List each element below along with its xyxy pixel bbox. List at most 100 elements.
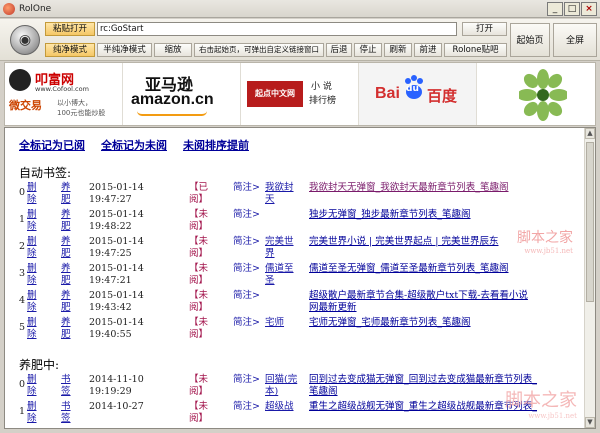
app-icon <box>3 2 15 15</box>
semi-pure-mode-button[interactable]: 半纯净模式 <box>97 43 152 57</box>
novel-name-link[interactable]: 儒道至圣 <box>265 263 294 287</box>
delete-link[interactable]: 删除 <box>27 290 37 314</box>
delete-link[interactable]: 删除 <box>27 182 37 206</box>
banner-strip: 叩富网 www.Cofool.com 微交易 以小博大， 100元也能炒股 亚马… <box>4 62 596 126</box>
home-orb-icon[interactable]: ◉ <box>10 25 40 55</box>
baidu-en: Bai <box>375 85 400 102</box>
bookmark-row: 3 删除养肥 2015-01-14 19:47:21 【未 阅】 简注> 儒道至圣 儒道至圣无弹… <box>19 263 584 290</box>
novel-name-link[interactable]: 我欲封天 <box>265 182 294 206</box>
row-datetime: 2015-01-14 19:47:21 <box>89 263 144 286</box>
read-status[interactable]: 【未 阅】 <box>189 317 208 341</box>
row-datetime: 2015-01-14 19:43:42 <box>89 290 144 313</box>
cofool-slogan1: 以小博大， <box>57 99 92 107</box>
read-status[interactable]: 【未 阅】 <box>189 209 208 233</box>
chapter-title-link[interactable]: 超级散户最新章节合集-超级散户txt下载-去看看小说 网最新更新 <box>309 290 571 314</box>
qidian-tag: 起点中文网 <box>247 81 303 107</box>
read-status[interactable]: 【未 阅】 <box>189 401 208 425</box>
row-datetime: 2015-01-14 19:47:27 <box>89 182 144 205</box>
baidu-ad[interactable]: Bai du 百度 <box>359 63 477 125</box>
bookmark-row: 5 删除养肥 2015-01-14 19:40:55 【未 阅】 简注> 宅师 宅师无弹窗_宅师… <box>19 317 584 344</box>
bookmark-row: 4 删除养肥 2015-01-14 19:43:42 【未 阅】 简注> 超级散户最新章节合集… <box>19 290 584 317</box>
read-status[interactable]: 【未 阅】 <box>189 263 208 287</box>
chapter-title-link[interactable]: 儒道至圣无弹窗_儒道至圣最新章节列表_笔趣阁 <box>309 263 571 275</box>
action-link[interactable]: 养肥 <box>61 290 71 314</box>
note-link[interactable]: 简注> <box>233 263 260 275</box>
note-link[interactable]: 简注> <box>233 401 260 413</box>
read-status[interactable]: 【已 阅】 <box>189 182 208 206</box>
read-status[interactable]: 【未 阅】 <box>189 236 208 260</box>
mark-all-unread-link[interactable]: 全标记为未阅 <box>101 137 167 153</box>
qidian-ad[interactable]: 起点中文网 小 说 排行榜 <box>241 63 359 125</box>
note-link[interactable]: 简注> <box>233 236 260 248</box>
content-panel: 全标记为已阅 全标记为未阅 未阅排序提前 自动书签: 0 删除养肥 2015-01-… <box>4 127 596 429</box>
note-link[interactable]: 简注> <box>233 317 260 329</box>
row-index: 1 <box>19 406 26 417</box>
novel-name-link[interactable]: 完美世界 <box>265 236 294 260</box>
read-status[interactable]: 【未 阅】 <box>189 374 208 398</box>
delete-link[interactable]: 删除 <box>27 401 37 425</box>
stop-button[interactable]: 停止 <box>354 43 382 57</box>
pure-mode-button[interactable]: 纯净模式 <box>45 43 95 57</box>
forward-button[interactable]: 前进 <box>414 43 442 57</box>
amazon-ad[interactable]: 亚马逊 amazon.cn <box>123 63 241 125</box>
note-link[interactable]: 简注> <box>233 209 260 221</box>
fullscreen-button[interactable]: 全屏 <box>553 23 597 57</box>
action-link[interactable]: 书签 <box>61 374 71 398</box>
row-index: 3 <box>19 268 26 279</box>
delete-link[interactable]: 删除 <box>27 317 37 341</box>
action-link[interactable]: 养肥 <box>61 182 71 206</box>
row-datetime: 2015-01-14 19:47:25 <box>89 236 144 259</box>
action-link[interactable]: 养肥 <box>61 236 71 260</box>
window-title: RolOne <box>19 3 52 14</box>
green-leaf-ad[interactable] <box>477 63 595 125</box>
baidu-paw-text: du <box>406 84 419 94</box>
title-bar: RolOne _ □ × <box>0 0 600 18</box>
row-index: 4 <box>19 295 26 306</box>
address-input[interactable]: rc:GoStart <box>97 22 457 36</box>
mark-all-read-link[interactable]: 全标记为已阅 <box>19 137 85 153</box>
scroll-up-icon[interactable]: ▲ <box>585 128 595 139</box>
action-link[interactable]: 书签 <box>61 401 71 425</box>
delete-link[interactable]: 删除 <box>27 374 37 398</box>
delete-link[interactable]: 删除 <box>27 236 37 260</box>
minimize-button[interactable]: _ <box>547 2 563 16</box>
note-link[interactable]: 简注> <box>233 290 260 302</box>
thumbnail-button[interactable]: 缩放 <box>154 43 192 57</box>
action-link[interactable]: 养肥 <box>61 209 71 233</box>
note-link[interactable]: 简注> <box>233 182 260 194</box>
close-button[interactable]: × <box>581 2 597 16</box>
maximize-button[interactable]: □ <box>564 2 580 16</box>
bookmark-row: 1 删除书签 2014-10-27 【未 阅】 简注> 超级战 重生之超级战舰无弹窗_重生之超… <box>19 401 584 428</box>
novel-name-link[interactable]: 超级战 <box>265 401 294 413</box>
note-link[interactable]: 简注> <box>233 374 260 386</box>
row-datetime: 2015-01-14 19:48:22 <box>89 209 144 232</box>
row-index: 0 <box>19 379 26 390</box>
rolone-forum-button[interactable]: Rolone贴吧 <box>444 43 507 57</box>
unread-first-link[interactable]: 未阅排序提前 <box>183 137 249 153</box>
cofool-ad[interactable]: 叩富网 www.Cofool.com 微交易 以小博大， 100元也能炒股 <box>5 63 123 125</box>
novel-name-link[interactable]: 回猫(完 本) <box>265 374 297 398</box>
row-datetime: 2015-01-14 19:40:55 <box>89 317 144 340</box>
bookmark-row: 1 删除养肥 2015-01-14 19:48:22 【未 阅】 简注> 独步无弹窗_独步最新… <box>19 209 584 236</box>
paste-open-button[interactable]: 粘贴打开 <box>45 22 95 36</box>
watermark-top: 脚本之家 www.jb51.net <box>517 230 573 255</box>
delete-link[interactable]: 删除 <box>27 209 37 233</box>
open-button[interactable]: 打开 <box>462 22 507 36</box>
delete-link[interactable]: 删除 <box>27 263 37 287</box>
scroll-down-icon[interactable]: ▼ <box>585 417 595 428</box>
read-status[interactable]: 【未 阅】 <box>189 290 208 314</box>
vertical-scrollbar[interactable]: ▲ ▼ <box>584 128 595 428</box>
action-link[interactable]: 养肥 <box>61 317 71 341</box>
novel-name-link[interactable]: 宅师 <box>265 317 284 329</box>
back-button[interactable]: 后退 <box>326 43 352 57</box>
start-page-button[interactable]: 起始页 <box>510 23 550 57</box>
scroll-thumb[interactable] <box>586 142 594 302</box>
chapter-title-link[interactable]: 独步无弹窗_独步最新章节列表_笔趣阁 <box>309 209 571 221</box>
chapter-title-link[interactable]: 我欲封天无弹窗_我欲封天最新章节列表_笔趣阁 <box>309 182 571 194</box>
chapter-title-link[interactable]: 宅师无弹窗_宅师最新章节列表_笔趣阁 <box>309 317 571 329</box>
refresh-button[interactable]: 刷新 <box>384 43 412 57</box>
watermark-bottom: 脚本之家 www.jb51.net <box>505 390 577 420</box>
action-link[interactable]: 养肥 <box>61 263 71 287</box>
hint-label: 右击起始页，可弹出自定义链接窗口 <box>194 43 324 57</box>
auto-bookmarks-heading: 自动书签: <box>19 166 72 180</box>
